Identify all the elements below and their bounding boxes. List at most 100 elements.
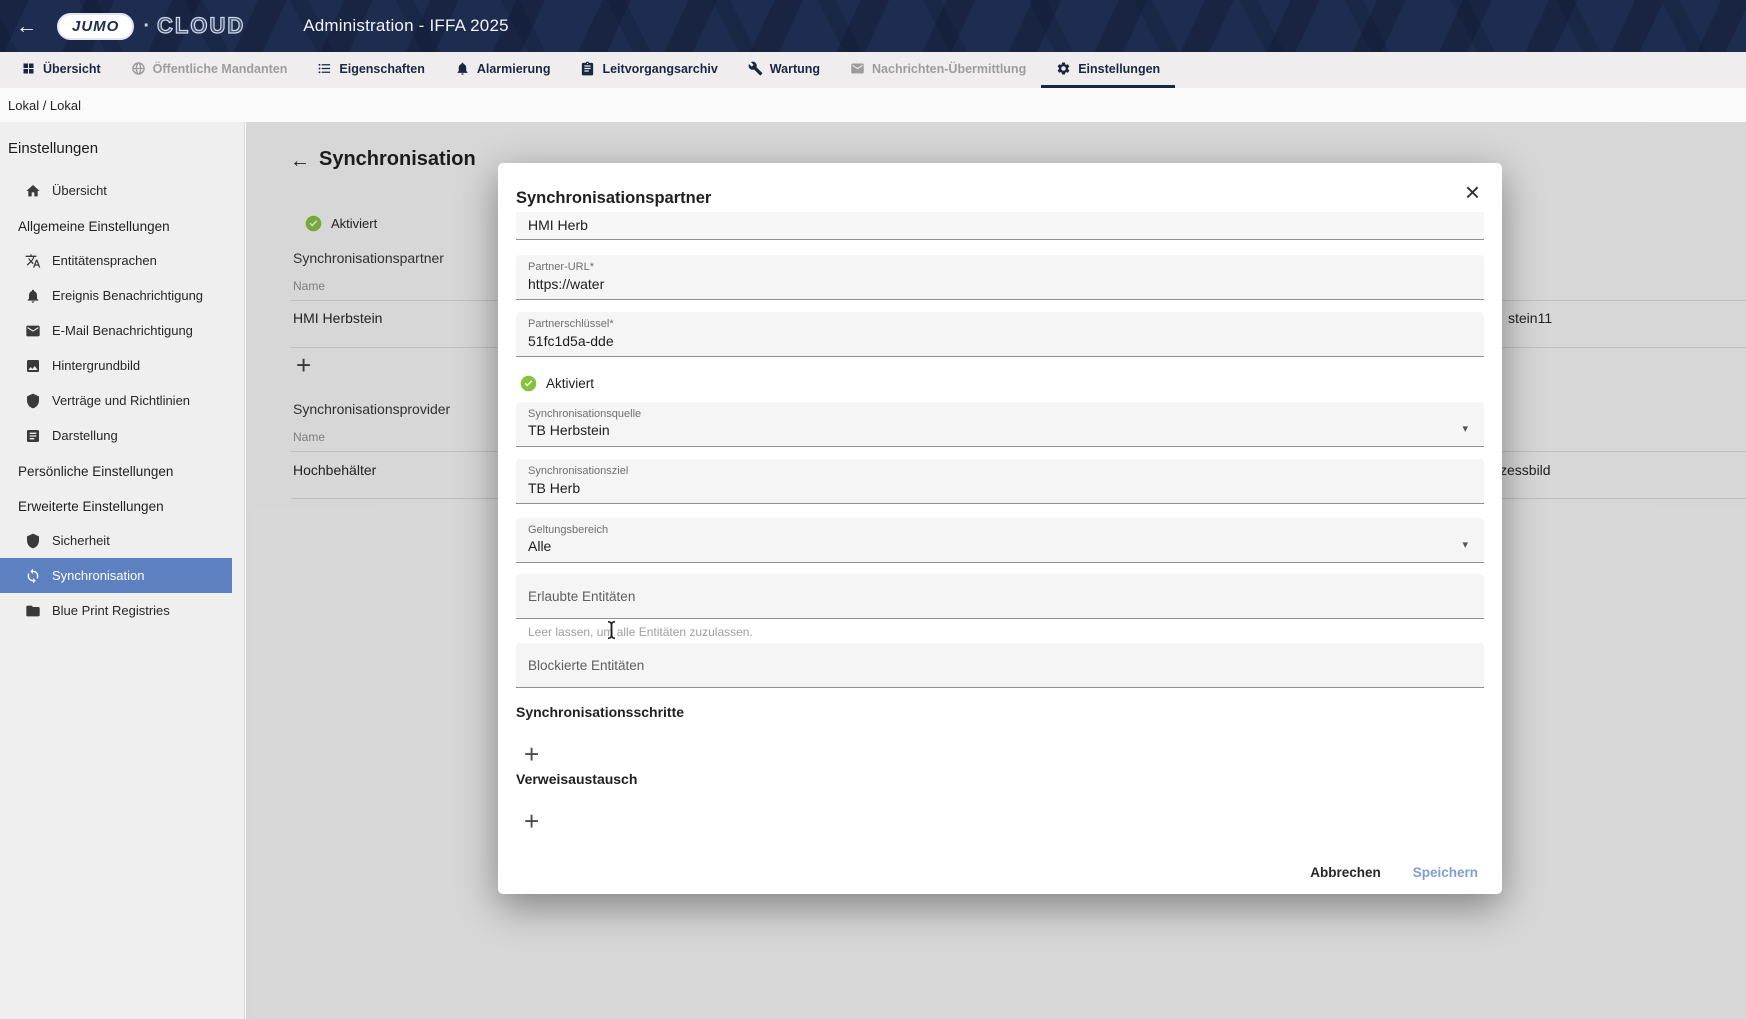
tab-eigenschaften[interactable]: Eigenschaften bbox=[302, 52, 439, 88]
blockierte-entitaeten-field bbox=[516, 643, 1484, 688]
sidebar-item-label: E-Mail Benachrichtigung bbox=[52, 323, 193, 338]
list-icon bbox=[317, 61, 332, 76]
sidebar-section-persoenliche-einstellungen[interactable]: Persönliche Einstellungen bbox=[0, 453, 244, 488]
sidebar-item-blue-print-registries[interactable]: Blue Print Registries bbox=[0, 593, 232, 628]
checkbox-label: Aktiviert bbox=[546, 376, 594, 391]
sidebar-section-label: Erweiterte Einstellungen bbox=[18, 499, 164, 514]
sidebar-item-label: Ereignis Benachrichtigung bbox=[52, 288, 203, 303]
field-helper-text: Leer lassen, um alle Entitäten zuzulasse… bbox=[528, 625, 753, 639]
dialog-title: Synchronisationspartner bbox=[516, 189, 711, 208]
cancel-button[interactable]: Abbrechen bbox=[1310, 865, 1381, 880]
sidebar-section-label: Allgemeine Einstellungen bbox=[18, 219, 170, 234]
main-content: ← Synchronisation Aktiviert Synchronisat… bbox=[246, 122, 1746, 1019]
tab-leitvorgangsarchiv[interactable]: Leitvorgangsarchiv bbox=[565, 52, 732, 88]
dialog-actions: Abbrechen Speichern bbox=[1310, 865, 1478, 880]
sidebar-section-label: Persönliche Einstellungen bbox=[18, 464, 173, 479]
translate-icon bbox=[25, 253, 41, 269]
display-icon bbox=[25, 428, 41, 444]
bell-icon bbox=[25, 288, 41, 304]
wrench-icon bbox=[748, 61, 763, 76]
tab-label: Eigenschaften bbox=[339, 62, 424, 76]
tab-label: Alarmierung bbox=[477, 62, 551, 76]
sidebar-item-label: Übersicht bbox=[52, 183, 107, 198]
field-label: Synchronisationsziel bbox=[528, 465, 628, 477]
text-cursor-pointer bbox=[605, 620, 618, 646]
tab-label: Einstellungen bbox=[1078, 62, 1160, 76]
window-title: Administration - IFFA 2025 bbox=[303, 16, 509, 36]
tab-label: Wartung bbox=[770, 62, 820, 76]
sidebar-item-uebersicht[interactable]: Übersicht bbox=[0, 173, 232, 208]
grid-icon bbox=[21, 61, 36, 76]
tab-wartung[interactable]: Wartung bbox=[733, 52, 835, 88]
mail-icon bbox=[25, 323, 41, 339]
tab-einstellungen[interactable]: Einstellungen bbox=[1041, 52, 1175, 88]
chevron-down-icon[interactable]: ▾ bbox=[1462, 422, 1468, 435]
sidebar-item-synchronisation[interactable]: Synchronisation bbox=[0, 558, 232, 593]
tab-label: Nachrichten-Übermittlung bbox=[872, 62, 1026, 76]
sidebar-item-hintergrundbild[interactable]: Hintergrundbild bbox=[0, 348, 232, 383]
partnerschluessel-input[interactable] bbox=[528, 331, 1444, 351]
sidebar-section-erweiterte-einstellungen[interactable]: Erweiterte Einstellungen bbox=[0, 488, 244, 523]
globe-icon bbox=[131, 61, 146, 76]
primary-nav-bar: Übersicht Öffentliche Mandanten Eigensch… bbox=[0, 52, 1746, 88]
save-button[interactable]: Speichern bbox=[1413, 865, 1478, 880]
section-verweisaustausch: Verweisaustausch bbox=[516, 771, 637, 787]
sidebar-heading: Einstellungen bbox=[0, 122, 244, 173]
partner-url-field: Partner-URL* bbox=[516, 255, 1484, 300]
shield-icon bbox=[25, 393, 41, 409]
app-window: ← JUMO · CLOUD Administration - IFFA 202… bbox=[0, 0, 1746, 1019]
sidebar-item-label: Entitätensprachen bbox=[52, 253, 157, 268]
tab-nachrichten-uebermittlung: Nachrichten-Übermittlung bbox=[835, 52, 1041, 88]
name-input[interactable] bbox=[528, 215, 1444, 235]
close-icon[interactable]: × bbox=[1465, 179, 1480, 205]
archive-document-icon bbox=[580, 61, 595, 76]
sidebar-item-label: Synchronisation bbox=[52, 568, 145, 583]
cloud-wordmark: CLOUD bbox=[157, 13, 245, 39]
back-arrow-icon[interactable]: ← bbox=[16, 16, 37, 37]
partnerschluessel-field: Partnerschlüssel* bbox=[516, 312, 1484, 357]
partner-url-input[interactable] bbox=[528, 274, 1444, 294]
sidebar-item-darstellung[interactable]: Darstellung bbox=[0, 418, 232, 453]
tab-uebersicht[interactable]: Übersicht bbox=[6, 52, 116, 88]
synchronisationsziel-field: Synchronisationsziel bbox=[516, 459, 1484, 504]
tab-label: Öffentliche Mandanten bbox=[153, 62, 288, 76]
sidebar-section-allgemeine-einstellungen[interactable]: Allgemeine Einstellungen bbox=[0, 208, 244, 243]
synchronisationsziel-input[interactable] bbox=[528, 478, 1444, 498]
field-label: Partner-URL* bbox=[528, 261, 594, 273]
geltungsbereich-select[interactable]: Geltungsbereich Alle ▾ bbox=[516, 518, 1484, 563]
sidebar-item-ereignis-benachrichtigung[interactable]: Ereignis Benachrichtigung bbox=[0, 278, 232, 313]
logo-separator-dot: · bbox=[143, 15, 150, 38]
check-circle-icon bbox=[520, 375, 537, 392]
erlaubte-entitaeten-input[interactable] bbox=[528, 573, 1444, 618]
sidebar-item-entitaetensprachen[interactable]: Entitätensprachen bbox=[0, 243, 232, 278]
field-label: Synchronisationsquelle bbox=[528, 408, 641, 420]
blockierte-entitaeten-input[interactable] bbox=[528, 642, 1444, 687]
section-synchronisationsschritte: Synchronisationsschritte bbox=[516, 704, 684, 720]
sidebar-item-vertraege-und-richtlinien[interactable]: Verträge und Richtlinien bbox=[0, 383, 232, 418]
synchronisationspartner-dialog: Synchronisationspartner × Partner-URL* P… bbox=[498, 163, 1502, 894]
mail-icon bbox=[850, 61, 865, 76]
sync-icon bbox=[25, 568, 41, 584]
settings-sidebar: Einstellungen Übersicht Allgemeine Einst… bbox=[0, 122, 245, 1019]
top-app-bar: ← JUMO · CLOUD Administration - IFFA 202… bbox=[0, 0, 1746, 52]
sidebar-item-label: Verträge und Richtlinien bbox=[52, 393, 190, 408]
select-value: Alle bbox=[528, 538, 551, 554]
add-schritt-button[interactable]: + bbox=[524, 741, 539, 767]
select-value: TB Herbstein bbox=[528, 422, 610, 438]
tab-label: Übersicht bbox=[43, 62, 101, 76]
sidebar-item-label: Hintergrundbild bbox=[52, 358, 140, 373]
shield-icon bbox=[25, 533, 41, 549]
synchronisationsquelle-select[interactable]: Synchronisationsquelle TB Herbstein ▾ bbox=[516, 402, 1484, 447]
sidebar-item-label: Darstellung bbox=[52, 428, 118, 443]
sidebar-item-sicherheit[interactable]: Sicherheit bbox=[0, 523, 232, 558]
tab-oeffentliche-mandanten: Öffentliche Mandanten bbox=[116, 52, 303, 88]
sidebar-item-label: Blue Print Registries bbox=[52, 603, 170, 618]
add-verweis-button[interactable]: + bbox=[524, 808, 539, 834]
home-icon bbox=[25, 183, 41, 199]
tab-label: Leitvorgangsarchiv bbox=[602, 62, 717, 76]
chevron-down-icon[interactable]: ▾ bbox=[1462, 538, 1468, 551]
tab-alarmierung[interactable]: Alarmierung bbox=[440, 52, 566, 88]
name-field bbox=[516, 212, 1484, 240]
aktiviert-checkbox[interactable]: Aktiviert bbox=[520, 375, 594, 392]
sidebar-item-email-benachrichtigung[interactable]: E-Mail Benachrichtigung bbox=[0, 313, 232, 348]
